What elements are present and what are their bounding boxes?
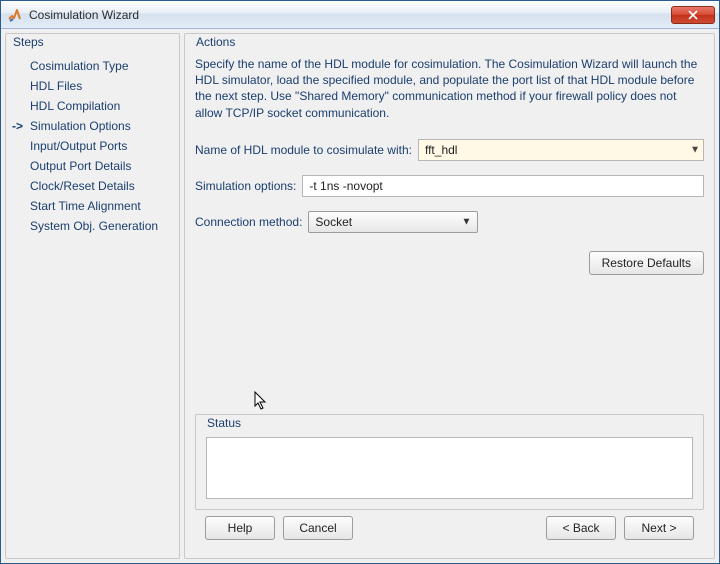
step-item[interactable]: HDL Compilation <box>12 96 173 116</box>
step-label: Cosimulation Type <box>30 59 129 73</box>
next-button[interactable]: Next > <box>624 516 694 540</box>
close-icon <box>688 10 698 20</box>
module-row: Name of HDL module to cosimulate with: ▼ <box>195 139 704 161</box>
simoptions-input[interactable] <box>302 175 704 197</box>
module-combo[interactable]: ▼ <box>418 139 704 161</box>
connection-value: Socket <box>315 215 352 229</box>
step-item[interactable]: HDL Files <box>12 76 173 96</box>
step-label: Output Port Details <box>30 159 131 173</box>
content-area: Steps Cosimulation Type HDL Files HDL Comp… <box>1 29 719 563</box>
steps-list: Cosimulation Type HDL Files HDL Compilatio… <box>12 56 173 236</box>
step-label: System Obj. Generation <box>30 219 158 233</box>
step-item[interactable]: Output Port Details <box>12 156 173 176</box>
steps-title: Steps <box>10 35 47 49</box>
wizard-window: Cosimulation Wizard Steps Cosimulation T… <box>0 0 720 564</box>
module-input[interactable] <box>418 139 704 161</box>
connection-select[interactable]: Socket ▼ <box>308 211 478 233</box>
help-button[interactable]: Help <box>205 516 275 540</box>
step-item[interactable]: Input/Output Ports <box>12 136 173 156</box>
step-label: HDL Files <box>30 79 82 93</box>
step-arrow: -> <box>12 119 30 133</box>
close-button[interactable] <box>671 6 715 24</box>
cancel-button[interactable]: Cancel <box>283 516 353 540</box>
step-label: Start Time Alignment <box>30 199 141 213</box>
chevron-down-icon: ▼ <box>462 216 472 227</box>
connection-row: Connection method: Socket ▼ <box>195 211 704 233</box>
right-column: Actions Specify the name of the HDL modu… <box>184 33 715 559</box>
instructions-text: Specify the name of the HDL module for c… <box>195 56 704 121</box>
step-item[interactable]: Clock/Reset Details <box>12 176 173 196</box>
step-label: Input/Output Ports <box>30 139 127 153</box>
step-item[interactable]: ->Simulation Options <box>12 116 173 136</box>
step-label: Clock/Reset Details <box>30 179 135 193</box>
matlab-icon <box>7 7 23 23</box>
restore-defaults-button[interactable]: Restore Defaults <box>589 251 704 275</box>
restore-row: Restore Defaults <box>195 251 704 275</box>
steps-panel: Steps Cosimulation Type HDL Files HDL Comp… <box>5 33 180 559</box>
module-label: Name of HDL module to cosimulate with: <box>195 143 412 157</box>
simoptions-row: Simulation options: <box>195 175 704 197</box>
back-button[interactable]: < Back <box>546 516 616 540</box>
connection-label: Connection method: <box>195 215 302 229</box>
step-item[interactable]: System Obj. Generation <box>12 216 173 236</box>
titlebar: Cosimulation Wizard <box>1 1 719 29</box>
actions-panel: Actions Specify the name of the HDL modu… <box>184 33 715 559</box>
step-label: Simulation Options <box>30 119 131 133</box>
status-box <box>206 437 693 499</box>
simoptions-label: Simulation options: <box>195 179 296 193</box>
step-label: HDL Compilation <box>30 99 120 113</box>
window-title: Cosimulation Wizard <box>29 8 671 22</box>
status-title: Status <box>204 416 244 430</box>
step-item[interactable]: Start Time Alignment <box>12 196 173 216</box>
step-item[interactable]: Cosimulation Type <box>12 56 173 76</box>
button-row: Help Cancel < Back Next > <box>195 510 704 550</box>
status-panel: Status <box>195 414 704 510</box>
actions-title: Actions <box>193 35 704 49</box>
